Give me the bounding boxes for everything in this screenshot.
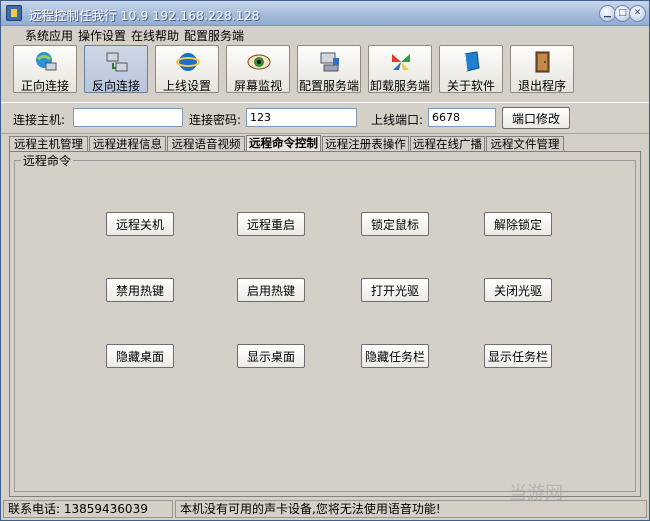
uninstall-server-button[interactable]: 卸载服务端 (368, 45, 432, 93)
maximize-icon: □ (618, 8, 627, 18)
password-input[interactable] (246, 108, 357, 127)
about-software-label: 关于软件 (446, 79, 495, 93)
menu-system-apps[interactable]: 系统应用 (25, 27, 73, 44)
disable-hotkeys-button[interactable]: 禁用热键 (106, 278, 174, 302)
server-config-icon (320, 52, 339, 72)
port-label: 上线端口: (371, 113, 424, 127)
host-label: 连接主机: (13, 113, 66, 127)
configure-server-label: 配置服务端 (298, 79, 359, 93)
password-label: 连接密码: (189, 113, 242, 127)
lock-mouse-button[interactable]: 锁定鼠标 (361, 212, 429, 236)
exit-program-label: 退出程序 (517, 79, 566, 93)
app-window: 远程控制任我行 10.9 192.168.228.128 ▁ □ ✕ 系统应用 … (0, 0, 650, 521)
remote-shutdown-button[interactable]: 远程关机 (106, 212, 174, 236)
group-title: 远程命令 (21, 152, 74, 169)
enable-hotkeys-button[interactable]: 启用热键 (237, 278, 305, 302)
show-desktop-button[interactable]: 显示桌面 (237, 344, 305, 368)
unlock-button[interactable]: 解除锁定 (484, 212, 552, 236)
command-panel: 远程命令 远程关机 远程重启 锁定鼠标 解除锁定 禁用热键 启用热键 打开光驱 … (9, 151, 641, 497)
command-group: 远程命令 远程关机 远程重启 锁定鼠标 解除锁定 禁用热键 启用热键 打开光驱 … (14, 152, 636, 492)
screen-monitor-button[interactable]: 屏幕监视 (226, 45, 290, 93)
host-input[interactable] (73, 108, 183, 127)
menu-operation-settings[interactable]: 操作设置 (78, 27, 126, 44)
hide-taskbar-button[interactable]: 隐藏任务栏 (361, 344, 429, 368)
configure-server-button[interactable]: 配置服务端 (297, 45, 361, 93)
reverse-connect-icon (106, 52, 128, 72)
online-settings-button[interactable]: 上线设置 (155, 45, 219, 93)
about-software-button[interactable]: 关于软件 (439, 45, 503, 93)
port-input[interactable] (428, 108, 496, 127)
close-cdrom-button[interactable]: 关闭光驱 (484, 278, 552, 302)
modify-port-button[interactable]: 端口修改 (502, 107, 570, 129)
tab-voice-video[interactable]: 远程语音视频 (167, 136, 245, 151)
screen-monitor-label: 屏幕监视 (233, 79, 282, 93)
exit-program-button[interactable]: 退出程序 (510, 45, 574, 93)
forward-connect-button[interactable]: 正向连接 (13, 45, 77, 93)
hide-desktop-button[interactable]: 隐藏桌面 (106, 344, 174, 368)
toolbar: 正向连接 反向连接 上线设置 屏幕监视 配置服务端 卸载服务端 关于软件 退出程… (13, 45, 633, 97)
menu-online-help[interactable]: 在线帮助 (131, 27, 179, 44)
reverse-connect-label: 反向连接 (91, 79, 140, 93)
uninstall-server-label: 卸载服务端 (369, 79, 430, 93)
window-title: 远程控制任我行 10.9 192.168.228.128 (29, 8, 260, 23)
tab-bar: 远程主机管理 远程进程信息 远程语音视频 远程命令控制 远程注册表操作 远程在线… (9, 135, 649, 152)
tab-file-management[interactable]: 远程文件管理 (486, 136, 564, 151)
connection-bar: 连接主机: 连接密码: 上线端口: 端口修改 (1, 102, 649, 134)
butterfly-icon (392, 54, 410, 70)
title-bar[interactable]: 远程控制任我行 10.9 192.168.228.128 ▁ □ ✕ (1, 1, 649, 26)
show-taskbar-button[interactable]: 显示任务栏 (484, 344, 552, 368)
reverse-connect-button[interactable]: 反向连接 (84, 45, 148, 93)
globe-computer-icon (36, 52, 57, 71)
status-phone: 联系电话: 13859436039 (3, 500, 173, 518)
remote-restart-button[interactable]: 远程重启 (237, 212, 305, 236)
book-icon (464, 51, 480, 72)
tab-online-broadcast[interactable]: 远程在线广播 (410, 136, 485, 151)
minimize-icon: ▁ (604, 8, 611, 18)
menu-bar: 系统应用 操作设置 在线帮助 配置服务端 (1, 25, 649, 43)
open-cdrom-button[interactable]: 打开光驱 (361, 278, 429, 302)
close-icon: ✕ (633, 8, 642, 18)
menu-configure-server[interactable]: 配置服务端 (184, 27, 244, 44)
exit-door-icon (535, 51, 550, 73)
ie-globe-icon (176, 53, 200, 71)
online-settings-label: 上线设置 (162, 79, 211, 93)
status-bar: 联系电话: 13859436039 本机没有可用的声卡设备,您将无法使用语音功能… (1, 499, 649, 520)
eye-icon (247, 54, 271, 70)
close-button[interactable]: ✕ (629, 5, 646, 22)
forward-connect-label: 正向连接 (20, 79, 69, 93)
tab-registry[interactable]: 远程注册表操作 (322, 136, 409, 151)
tab-process-info[interactable]: 远程进程信息 (89, 136, 166, 151)
tab-host-management[interactable]: 远程主机管理 (9, 136, 88, 151)
app-logo-icon (6, 5, 22, 21)
status-message: 本机没有可用的声卡设备,您将无法使用语音功能! (175, 500, 647, 518)
tab-command-control[interactable]: 远程命令控制 (246, 135, 321, 152)
